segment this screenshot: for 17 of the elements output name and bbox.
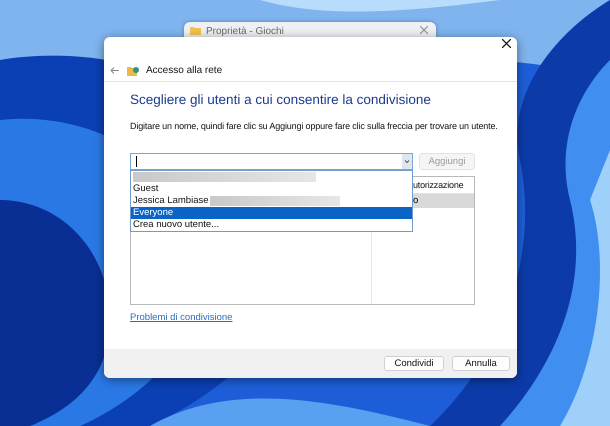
instruction-text: Digitare un nome, quindi fare clic su Aggiungi oppure fare clic sulla freccia per trovare un utente.	[130, 121, 499, 131]
dialog-button[interactable]: Condividi	[384, 356, 444, 371]
dialog-heading: Scegliere gli utenti a cui consentire la condivisione	[130, 92, 432, 107]
dropdown-item[interactable]: Everyone	[131, 207, 412, 219]
back-arrow-icon[interactable]	[110, 66, 119, 74]
window-title: Proprietà - Giochi	[206, 26, 285, 37]
dropdown-item[interactable]: Crea nuovo utente...	[131, 219, 412, 231]
dropdown-item[interactable]: Jessica Lambiase	[131, 195, 412, 207]
navigation-title: Accesso alla rete	[146, 64, 222, 76]
sharing-problems-link[interactable]: Problemi di condivisione	[130, 312, 232, 323]
column-header[interactable]: utorizzazione	[413, 177, 474, 193]
close-icon[interactable]	[502, 39, 511, 48]
dropdown-item[interactable]: Guest	[131, 183, 412, 195]
network-folder-icon	[127, 64, 140, 76]
dialog-button[interactable]: Annulla	[452, 356, 510, 371]
folder-icon	[190, 26, 201, 35]
text-cursor	[136, 156, 137, 167]
